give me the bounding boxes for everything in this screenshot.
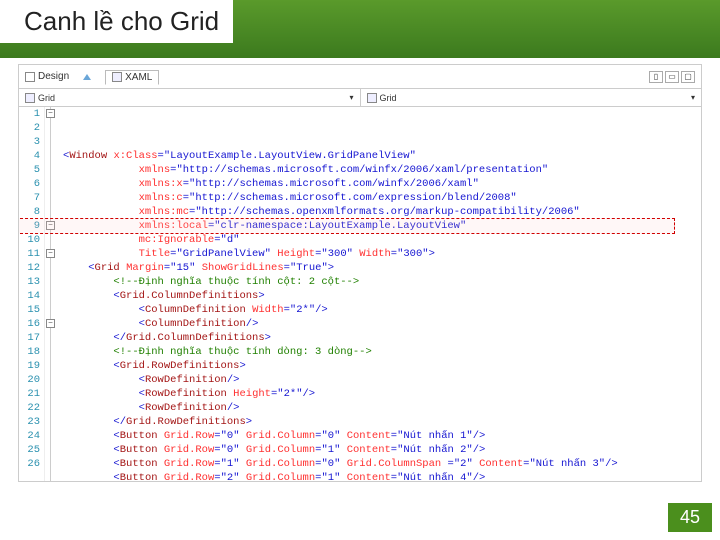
line-number: 21 bbox=[19, 387, 40, 401]
fold-toggle[interactable]: − bbox=[46, 249, 55, 258]
code-content[interactable]: <Window x:Class="LayoutExample.LayoutVie… bbox=[59, 107, 701, 481]
code-line[interactable]: </Grid.ColumnDefinitions> bbox=[63, 331, 701, 345]
arrow-up-icon bbox=[83, 74, 91, 80]
line-number: 20 bbox=[19, 373, 40, 387]
code-line[interactable]: xmlns="http://schemas.microsoft.com/winf… bbox=[63, 163, 701, 177]
code-line[interactable]: <Grid Margin="15" ShowGridLines="True"> bbox=[63, 261, 701, 275]
split-vertical-icon[interactable]: ▯ bbox=[649, 71, 663, 83]
code-line[interactable]: <RowDefinition/> bbox=[63, 401, 701, 415]
fold-toggle[interactable]: − bbox=[46, 109, 55, 118]
line-number: 5 bbox=[19, 163, 40, 177]
line-number: 22 bbox=[19, 401, 40, 415]
line-number: 24 bbox=[19, 429, 40, 443]
code-line[interactable]: xmlns:c="http://schemas.microsoft.com/ex… bbox=[63, 191, 701, 205]
fold-column: − − − − bbox=[45, 107, 59, 481]
line-number: 4 bbox=[19, 149, 40, 163]
code-line[interactable]: <Grid.RowDefinitions> bbox=[63, 359, 701, 373]
code-line[interactable]: <Button Grid.Row="1" Grid.Column="0" Gri… bbox=[63, 457, 701, 471]
line-number: 18 bbox=[19, 345, 40, 359]
tab-design-label: Design bbox=[38, 71, 69, 82]
crumb-right-label: Grid bbox=[380, 93, 397, 103]
code-line[interactable]: Title="GridPanelView" Height="300" Width… bbox=[63, 247, 701, 261]
code-line[interactable]: xmlns:x="http://schemas.microsoft.com/wi… bbox=[63, 177, 701, 191]
code-line[interactable]: <ColumnDefinition Width="2*"/> bbox=[63, 303, 701, 317]
code-line[interactable]: <RowDefinition Height="2*"/> bbox=[63, 387, 701, 401]
code-line[interactable]: </Grid.RowDefinitions> bbox=[63, 415, 701, 429]
breadcrumb: Grid ▾ Grid ▾ bbox=[19, 89, 701, 107]
line-number: 23 bbox=[19, 415, 40, 429]
code-line[interactable]: <Button Grid.Row="0" Grid.Column="1" Con… bbox=[63, 443, 701, 457]
page-number-badge: 45 bbox=[668, 503, 712, 532]
line-number: 12 bbox=[19, 261, 40, 275]
chevron-down-icon: ▾ bbox=[349, 93, 353, 102]
code-line[interactable]: <Button Grid.Row="0" Grid.Column="0" Con… bbox=[63, 429, 701, 443]
line-number-gutter: 1234567891011121314151617181920212223242… bbox=[19, 107, 45, 481]
tab-xaml-label: XAML bbox=[125, 72, 152, 83]
line-number: 13 bbox=[19, 275, 40, 289]
line-number: 8 bbox=[19, 205, 40, 219]
line-number: 16 bbox=[19, 317, 40, 331]
line-number: 3 bbox=[19, 135, 40, 149]
grid-icon bbox=[367, 93, 377, 103]
grid-icon bbox=[25, 93, 35, 103]
swap-panes[interactable] bbox=[83, 74, 91, 80]
crumb-right[interactable]: Grid ▾ bbox=[361, 89, 702, 106]
line-number: 10 bbox=[19, 233, 40, 247]
tab-design[interactable]: Design bbox=[25, 71, 69, 82]
line-number: 7 bbox=[19, 191, 40, 205]
pane-layout-buttons: ▯ ▭ ▢ bbox=[649, 71, 695, 83]
collapse-pane-icon[interactable]: ▢ bbox=[681, 71, 695, 83]
crumb-left-label: Grid bbox=[38, 93, 55, 103]
line-number: 9 bbox=[19, 219, 40, 233]
line-number: 25 bbox=[19, 443, 40, 457]
xaml-editor: Design XAML ▯ ▭ ▢ Grid▾ Grid▾ 1234567891… bbox=[18, 64, 702, 482]
chevron-down-icon: ▾ bbox=[691, 93, 695, 102]
line-number: 6 bbox=[19, 177, 40, 191]
line-number: 14 bbox=[19, 289, 40, 303]
line-number: 11 bbox=[19, 247, 40, 261]
code-line[interactable]: <Grid.ColumnDefinitions> bbox=[63, 289, 701, 303]
code-line[interactable]: xmlns:mc="http://schemas.openxmlformats.… bbox=[63, 205, 701, 219]
code-line[interactable]: <ColumnDefinition/> bbox=[63, 317, 701, 331]
tab-xaml[interactable]: XAML bbox=[105, 70, 159, 85]
code-line[interactable]: <Button Grid.Row="2" Grid.Column="1" Con… bbox=[63, 471, 701, 481]
code-line[interactable]: <!--Định nghĩa thuộc tính dòng: 3 dòng--… bbox=[63, 345, 701, 359]
line-number: 17 bbox=[19, 331, 40, 345]
code-area: 1234567891011121314151617181920212223242… bbox=[19, 107, 701, 481]
editor-tabs: Design XAML ▯ ▭ ▢ bbox=[19, 65, 701, 89]
line-number: 2 bbox=[19, 121, 40, 135]
xaml-icon bbox=[112, 72, 122, 82]
code-line[interactable]: <Window x:Class="LayoutExample.LayoutVie… bbox=[63, 149, 701, 163]
line-number: 15 bbox=[19, 303, 40, 317]
slide-title: Canh lề cho Grid bbox=[0, 0, 233, 43]
fold-toggle[interactable]: − bbox=[46, 221, 55, 230]
fold-toggle[interactable]: − bbox=[46, 319, 55, 328]
line-number: 19 bbox=[19, 359, 40, 373]
code-line[interactable]: mc:Ignorable="d" bbox=[63, 233, 701, 247]
crumb-left[interactable]: Grid ▾ bbox=[19, 89, 361, 106]
title-bar: Canh lề cho Grid bbox=[0, 0, 720, 58]
code-line[interactable]: <!--Định nghĩa thuộc tính cột: 2 cột--> bbox=[63, 275, 701, 289]
split-horizontal-icon[interactable]: ▭ bbox=[665, 71, 679, 83]
line-number: 26 bbox=[19, 457, 40, 471]
design-icon bbox=[25, 72, 35, 82]
code-line[interactable]: xmlns:local="clr-namespace:LayoutExample… bbox=[63, 219, 701, 233]
code-line[interactable]: <RowDefinition/> bbox=[63, 373, 701, 387]
line-number: 1 bbox=[19, 107, 40, 121]
